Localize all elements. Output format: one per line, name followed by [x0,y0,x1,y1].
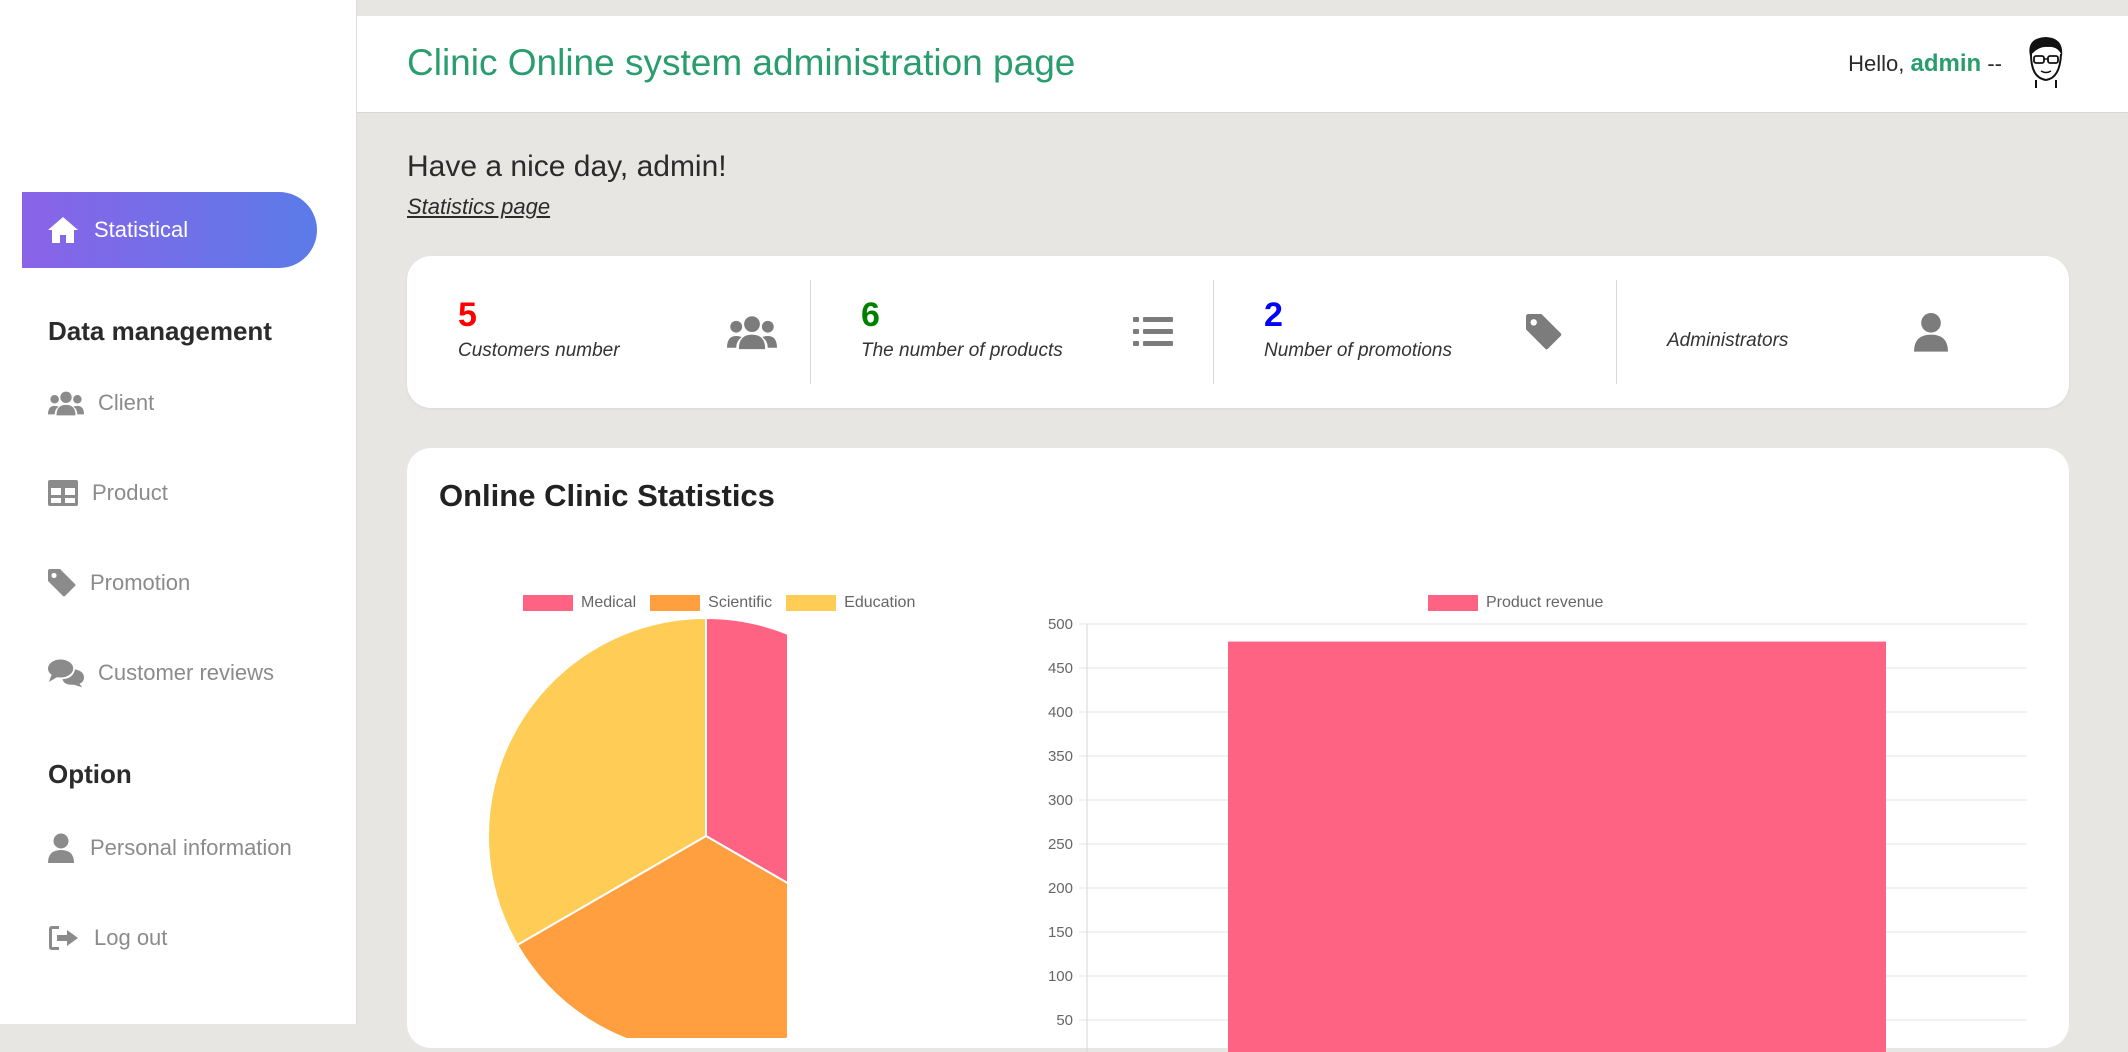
users-icon [727,310,777,354]
sidebar-item-product[interactable]: Product [48,477,168,509]
greeting-suffix: -- [1987,51,2002,76]
pie-legend: Medical Scientific Education [523,594,929,612]
sidebar-item-label: Client [98,390,155,415]
bar-product-revenue[interactable] [1228,641,1886,1052]
sidebar-item-client[interactable]: Client [48,387,154,419]
legend-item-scientific[interactable]: Scientific [650,594,772,612]
table-icon [48,477,78,509]
tag-icon [1519,310,1569,354]
pie-chart [487,618,787,1038]
stat-caption: Customers number [458,340,620,361]
tag-icon [48,567,76,599]
list-icon [1128,310,1178,354]
sidebar-item-label: Personal information [90,835,292,860]
legend-item-product-revenue[interactable]: Product revenue [1428,594,1603,612]
welcome-message: Have a nice day, admin! [407,150,727,183]
sidebar-item-label: Product [92,480,168,505]
page-title: Clinic Online system administration page [407,42,1076,83]
top-header: Clinic Online system administration page… [357,16,2128,113]
sidebar-item-label: Statistical [94,217,189,242]
sidebar: Statistical Data management Client Produ… [0,0,357,1024]
legend-item-education[interactable]: Education [786,594,915,612]
y-tick-label: 250 [1048,836,1073,853]
stat-caption: Number of promotions [1264,340,1452,361]
sidebar-item-personal-information[interactable]: Personal information [48,832,292,864]
sidebar-item-promotion[interactable]: Promotion [48,567,190,599]
sidebar-item-label: Log out [94,925,168,950]
y-tick-label: 300 [1048,792,1073,809]
username[interactable]: admin [1911,50,1982,77]
sidebar-item-label: Promotion [90,570,191,595]
y-tick-label: 350 [1048,748,1073,765]
user-greeting: Hello, admin -- [1848,50,2002,78]
bar-legend: Product revenue [1428,594,1617,612]
section-title-option: Option [48,759,132,789]
legend-item-medical[interactable]: Medical [523,594,636,612]
stat-caption: The number of products [861,340,1063,361]
y-tick-label: 50 [1056,1012,1073,1029]
y-tick-label: 450 [1048,660,1073,677]
statistics-chart-card: Online Clinic Statistics Medical Scienti… [407,448,2069,1052]
comments-icon [48,657,84,689]
stat-value: 6 [861,296,880,334]
sidebar-item-log-out[interactable]: Log out [48,922,167,954]
sign-out-icon [48,922,80,954]
stat-caption: Administrators [1667,330,1789,351]
y-tick-label: 400 [1048,704,1073,721]
avatar[interactable] [2022,34,2068,88]
users-icon [48,387,84,419]
sidebar-item-label: Customer reviews [98,660,275,685]
stat-products: 6 The number of products [810,280,1214,384]
y-tick-label: 150 [1048,924,1073,941]
sidebar-item-customer-reviews[interactable]: Customer reviews [48,657,274,689]
stat-value: 2 [1264,296,1283,334]
stat-administrators: Administrators [1616,280,2019,384]
home-icon [46,213,80,247]
y-tick-label: 500 [1048,616,1073,633]
user-icon [48,832,76,864]
sidebar-item-statistical[interactable]: Statistical [22,192,317,268]
chart-section-title: Online Clinic Statistics [439,478,775,513]
bar-chart: 50 100 150 200 250 300 350 400 450 500 [1048,616,2027,1052]
stat-promotions: 2 Number of promotions [1213,280,1617,384]
y-tick-label: 200 [1048,880,1073,897]
stat-value: 5 [458,296,477,334]
breadcrumb[interactable]: Statistics page [407,194,550,220]
user-icon [1906,310,1956,354]
y-tick-label: 100 [1048,968,1073,985]
stat-customers: 5 Customers number [407,280,811,384]
greeting-text: Hello, [1848,51,1905,76]
section-title-data-management: Data management [48,316,272,346]
stats-card: 5 Customers number 6 The number of produ… [407,256,2069,408]
